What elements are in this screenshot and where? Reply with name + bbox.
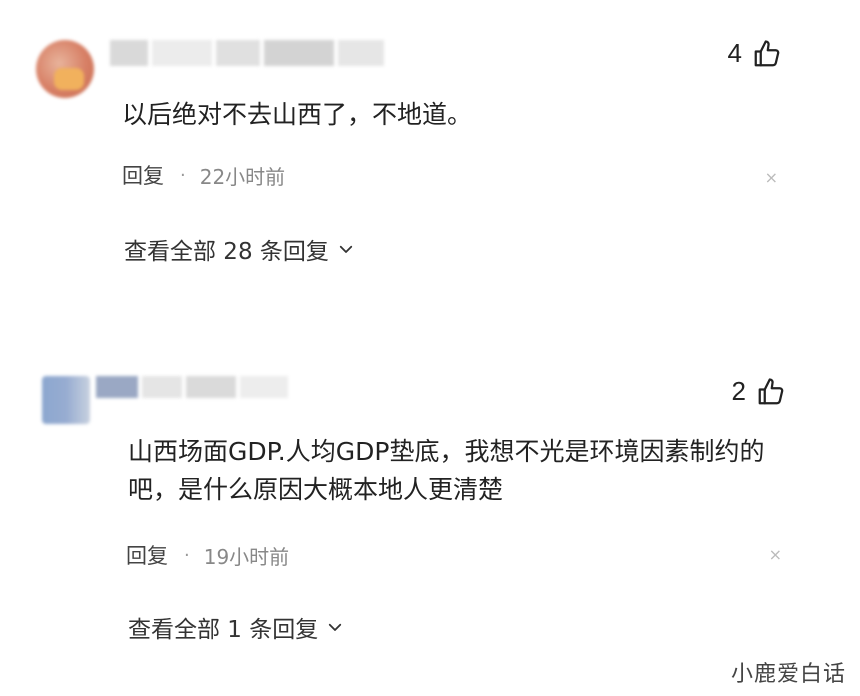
watermark: 小鹿爱白话	[730, 662, 846, 687]
meta-separator: ·	[184, 544, 190, 566]
comment-list: 4 以后绝对不去山西了，不地道。 回复 · 22小时前 × 查看全部 28 条回…	[0, 0, 860, 696]
thumbs-up-icon	[758, 377, 784, 404]
meta-separator: ·	[180, 164, 186, 186]
like-count: 4	[727, 38, 742, 68]
view-all-replies-button[interactable]: 查看全部 1 条回复	[128, 610, 344, 644]
comment-time: 22小时前	[199, 164, 286, 189]
close-icon[interactable]: ×	[769, 545, 782, 564]
view-all-replies-label: 查看全部 28 条回复	[124, 239, 329, 265]
thumbs-up-icon	[754, 39, 780, 66]
comment-text: 以后绝对不去山西了，不地道。	[122, 100, 473, 129]
like-button[interactable]: 4	[728, 38, 782, 69]
avatar[interactable]	[42, 376, 90, 424]
comment-text: 山西场面GDP.人均GDP垫底，我想不光是环境因素制约的吧，是什么原因大概本地人…	[128, 437, 765, 504]
reply-button[interactable]: 回复	[126, 540, 168, 570]
comment-meta: 回复 · 22小时前	[122, 160, 285, 190]
comment-item: 4 以后绝对不去山西了，不地道。 回复 · 22小时前 × 查看全部 28 条回…	[0, 0, 860, 300]
username-blurred[interactable]	[110, 40, 384, 66]
reply-button[interactable]: 回复	[122, 160, 164, 190]
like-count: 2	[731, 376, 746, 406]
username-blurred[interactable]	[96, 376, 288, 402]
comment-meta: 回复 · 19小时前	[126, 540, 289, 570]
chevron-down-icon	[339, 245, 353, 253]
chevron-down-icon	[329, 623, 342, 631]
like-button[interactable]: 2	[732, 376, 786, 407]
close-icon[interactable]: ×	[765, 168, 778, 187]
avatar[interactable]	[36, 40, 94, 98]
view-all-replies-label: 查看全部 1 条回复	[128, 617, 319, 643]
view-all-replies-button[interactable]: 查看全部 28 条回复	[124, 232, 355, 266]
comment-time: 19小时前	[203, 544, 290, 569]
